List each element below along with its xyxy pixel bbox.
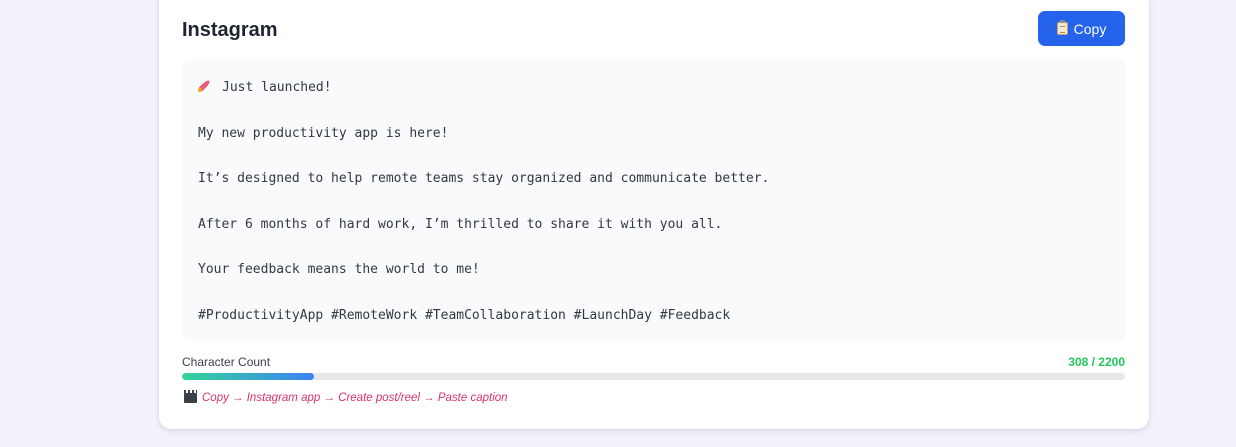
posting-hint: Copy → Instagram app → Create post/reel …: [184, 390, 508, 405]
caption-line: My new productivity app is here!: [198, 125, 449, 141]
caption-line: [198, 145, 1109, 168]
posting-hint-text: Copy → Instagram app → Create post/reel …: [202, 392, 508, 404]
clapper-board-icon: [184, 390, 197, 403]
caption-line: After 6 months of hard work, I’m thrille…: [198, 216, 723, 232]
caption-line: Your feedback means the world to me!: [198, 262, 480, 278]
caption-line: [198, 281, 1109, 304]
copy-button-label: Copy: [1073, 20, 1107, 37]
caption-hashtags: #ProductivityApp #RemoteWork #TeamCollab…: [198, 307, 731, 323]
progress-fill: [182, 373, 315, 380]
character-count-value: 308 / 2200: [1068, 355, 1125, 369]
caption-text-box[interactable]: Just launched! My new productivity app i…: [182, 59, 1125, 341]
instagram-caption-card: Instagram Copy Just launched! My new pro…: [159, 0, 1149, 429]
caption-line: It’s designed to help remote teams stay …: [198, 171, 770, 187]
caption-line: Just launched!: [198, 76, 1109, 99]
character-count-progress-bar: [182, 373, 1125, 380]
caption-line: [198, 99, 1109, 122]
character-count-label: Character Count: [182, 355, 271, 369]
card-title: Instagram: [182, 19, 278, 41]
caption-line: [198, 236, 1109, 259]
copy-button[interactable]: Copy: [1038, 11, 1125, 46]
clipboard-icon: [1056, 20, 1068, 35]
rocket-icon: [198, 79, 212, 93]
caption-line: [198, 190, 1109, 213]
